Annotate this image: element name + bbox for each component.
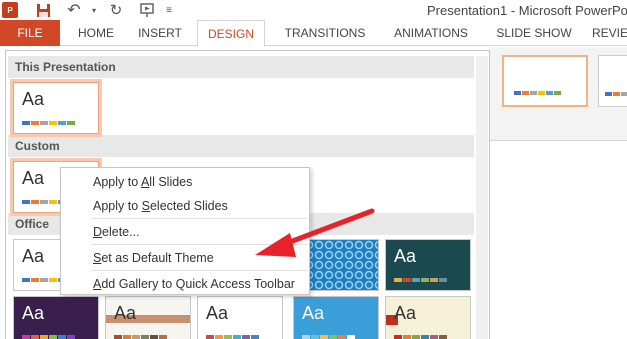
theme-sample-text: Aa <box>22 168 45 188</box>
theme-sample-text: Aa <box>302 303 325 323</box>
menu-label-prefix: Apply to <box>93 199 142 213</box>
theme-thumbnail[interactable]: Aa <box>10 79 102 137</box>
menu-accelerator: D <box>93 225 103 239</box>
undo-dropdown-icon[interactable]: ▾ <box>90 1 98 19</box>
theme-color-bars <box>22 335 75 339</box>
menu-label-rest: et as Default Theme <box>101 251 214 265</box>
theme-sample-text: Aa <box>206 303 229 323</box>
theme-sample-text: Aa <box>114 303 137 323</box>
theme-sample-text: Aa <box>22 89 45 109</box>
menu-separator <box>91 270 307 271</box>
tab-file[interactable]: FILE <box>0 20 60 46</box>
menu-separator <box>91 244 307 245</box>
menu-label-rest: elete... <box>102 225 140 239</box>
menu-item-apply-to-selected-slides[interactable]: Apply to Selected Slides <box>62 194 308 218</box>
powerpoint-app-icon[interactable]: P <box>2 2 18 18</box>
theme-sample-text: Aa <box>22 303 45 323</box>
app-icon-letter: P <box>7 5 13 15</box>
theme-sample-text: Aa <box>22 246 45 266</box>
section-header-custom: Custom <box>8 135 474 157</box>
menu-label-rest: elected Slides <box>149 199 228 213</box>
theme-thumbnail[interactable]: Aa <box>197 296 283 339</box>
ribbon-tab-bar: FILE HOME INSERT DESIGN TRANSITIONS ANIM… <box>0 20 627 47</box>
customize-toolbar-dropdown-icon[interactable]: ≡ <box>164 1 174 19</box>
theme-thumbnail[interactable]: Aa <box>13 296 99 339</box>
window-title: Presentation1 - Microsoft PowerPoint <box>427 3 627 18</box>
themes-ribbon-group <box>490 47 627 141</box>
tab-animations[interactable]: ANIMATIONS <box>388 20 474 46</box>
menu-label-prefix: Apply to <box>93 175 141 189</box>
tab-slide-show[interactable]: SLIDE SHOW <box>492 20 576 46</box>
undo-icon[interactable]: ↶ <box>66 1 82 19</box>
theme-thumbnail[interactable]: Aa <box>293 296 379 339</box>
tab-review[interactable]: REVIE <box>592 20 627 46</box>
theme-color-bars <box>302 335 355 339</box>
theme-color-bars <box>22 121 75 125</box>
slideshow-from-beginning-icon[interactable] <box>138 1 156 19</box>
theme-color-bars <box>394 278 447 282</box>
tab-transitions[interactable]: TRANSITIONS <box>280 20 370 46</box>
menu-label-rest: dd Gallery to Quick Access Toolbar <box>101 277 295 291</box>
ribbon-theme-thumbnail[interactable] <box>598 55 627 107</box>
theme-color-bars <box>206 335 259 339</box>
theme-color-bars <box>394 335 447 339</box>
section-header-this-presentation: This Presentation <box>8 56 474 78</box>
gallery-scrollbar[interactable] <box>476 56 488 339</box>
tab-insert[interactable]: INSERT <box>132 20 188 46</box>
menu-item-apply-to-all-slides[interactable]: Apply to All Slides <box>62 170 308 194</box>
title-bar: P ↶ ▾ ↻ ≡ Presentation1 - Microsoft Powe… <box>0 0 627 20</box>
redo-icon[interactable]: ↻ <box>108 1 124 19</box>
menu-item-add-gallery-to-quick-access-toolbar[interactable]: Add Gallery to Quick Access Toolbar <box>62 272 308 296</box>
save-icon[interactable] <box>34 1 52 19</box>
theme-sample-text: Aa <box>394 303 417 323</box>
theme-color-bars <box>114 335 167 339</box>
menu-item-delete[interactable]: Delete... <box>62 220 308 244</box>
ribbon-content-area <box>490 47 627 339</box>
theme-thumbnail[interactable]: Aa <box>385 239 471 291</box>
theme-color-bars <box>605 92 627 96</box>
tab-design[interactable]: DESIGN <box>197 20 265 47</box>
menu-separator <box>91 218 307 219</box>
ribbon-theme-thumbnail[interactable] <box>502 55 588 107</box>
theme-thumbnail[interactable]: Aa <box>385 296 471 339</box>
theme-thumbnail[interactable]: Aa <box>105 296 191 339</box>
theme-sample-text: Aa <box>394 246 417 266</box>
theme-color-bars <box>514 91 561 95</box>
menu-item-set-as-default-theme[interactable]: Set as Default Theme <box>62 246 308 270</box>
theme-context-menu: Apply to All Slides Apply to Selected Sl… <box>60 167 310 295</box>
tab-home[interactable]: HOME <box>66 20 126 46</box>
menu-accelerator: S <box>141 199 150 213</box>
menu-label-rest: ll Slides <box>149 175 193 189</box>
